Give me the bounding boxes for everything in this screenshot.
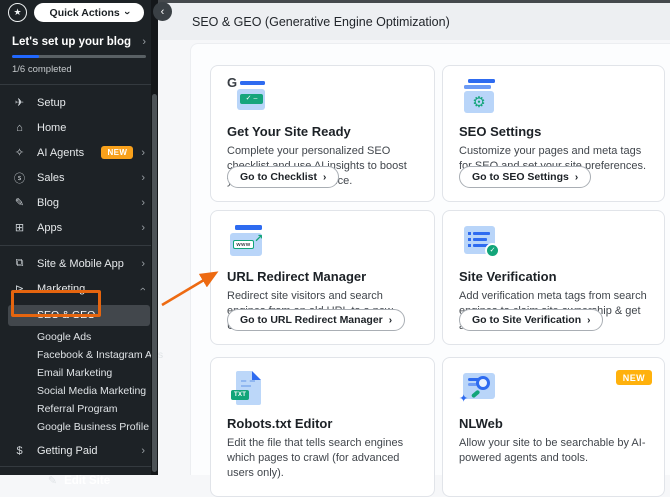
card-site-verification: Site Verification Add verification meta … (442, 210, 665, 345)
sidebar-collapse-button[interactable]: ‹ (153, 2, 172, 21)
page-header: SEO & GEO (Generative Engine Optimizatio… (158, 3, 670, 40)
devices-icon: ⧉ (15, 257, 24, 269)
sidebar-item-sales[interactable]: ⓢ Sales › (0, 165, 158, 190)
blog-pen-icon: ✎ (14, 197, 25, 209)
card-url-redirect-manager: www URL Redirect Manager Redirect site v… (210, 210, 435, 345)
go-to-site-verification-button[interactable]: Go to Site Verification › (459, 309, 604, 331)
sidebar-item-label: Home (37, 121, 67, 134)
sidebar-item-label: Setup (37, 96, 66, 109)
card-nlweb: NEW NLWeb Allow your site to be searchab… (442, 357, 665, 497)
sidebar-divider (0, 245, 158, 246)
sidebar-item-label: Blog (37, 196, 60, 209)
chevron-down-icon: › (120, 10, 133, 15)
home-icon: ⌂ (16, 121, 23, 134)
redirect-arrow-icon (254, 232, 263, 245)
quick-actions-button[interactable]: Quick Actions › (34, 3, 144, 22)
pencil-icon: ✎ (47, 475, 58, 487)
sidebar-item-label: Apps (37, 221, 63, 234)
setup-banner-title: Let's set up your blog (12, 36, 132, 48)
card-get-your-site-ready: G Get Your Site Ready Complete your pers… (210, 65, 435, 202)
card-title: Robots.txt Editor (227, 416, 333, 431)
main-area: SEO & GEO (Generative Engine Optimizatio… (158, 0, 670, 497)
card-description: Edit the file that tells search engines … (227, 437, 404, 479)
magnifier-icon (476, 376, 490, 390)
blog-setup-banner[interactable]: Let's set up your blog › 1/6 completed (0, 25, 158, 85)
sparkle-icon (459, 392, 468, 405)
getting-paid-icon: $ (16, 444, 23, 457)
sidebar-item-label: AI Agents (37, 146, 85, 159)
chevron-up-icon: › (137, 286, 150, 291)
edit-site-label: Edit Site (64, 474, 111, 487)
sidebar-item-site-mobile-app[interactable]: ⧉ Site & Mobile App › (0, 251, 158, 276)
star-icon: ★ (13, 7, 22, 17)
site-verification-icon (459, 224, 505, 261)
new-badge: NEW (615, 370, 652, 385)
quick-actions-label: Quick Actions (49, 6, 120, 19)
sidebar-item-setup[interactable]: ✈ Setup (0, 90, 158, 115)
chevron-right-icon: › (141, 257, 145, 270)
card-title: SEO Settings (459, 124, 542, 139)
marketing-submenu: SEO & GEO Google Ads Facebook & Instagra… (0, 301, 163, 438)
sidebar: ★ Quick Actions › Let's set up your blog… (0, 0, 163, 487)
chevron-right-icon: › (141, 146, 145, 159)
sidebar-item-label: Getting Paid (37, 444, 98, 457)
chevron-right-icon: › (323, 171, 327, 183)
card-title: Site Verification (459, 269, 557, 284)
chevron-right-icon: › (587, 314, 591, 326)
annotation-arrow (161, 271, 219, 307)
robots-txt-icon: TXT (227, 371, 273, 408)
shield-check-icon (485, 243, 500, 258)
sidebar-item-label: Sales (37, 171, 65, 184)
quick-actions-row: ★ Quick Actions › (0, 0, 158, 25)
chevron-right-icon: › (141, 221, 145, 234)
go-to-checklist-button[interactable]: Go to Checklist › (227, 166, 340, 188)
chevron-left-icon: ‹ (160, 5, 165, 18)
page-title: SEO & GEO (Generative Engine Optimizatio… (192, 14, 450, 29)
chevron-right-icon: › (141, 171, 145, 184)
go-to-url-redirect-manager-button[interactable]: Go to URL Redirect Manager › (227, 309, 406, 331)
chevron-right-icon: › (141, 444, 145, 457)
sidebar-item-home[interactable]: ⌂ Home (0, 115, 158, 140)
chevron-right-icon: › (388, 314, 393, 326)
go-to-seo-settings-button[interactable]: Go to SEO Settings › (459, 166, 592, 188)
sales-dollar-icon: ⓢ (14, 172, 25, 185)
checklist-icon: G (227, 75, 273, 116)
setup-progress-fill (12, 55, 39, 58)
setup-progress-label: 1/6 completed (12, 64, 72, 75)
seo-settings-icon (459, 79, 505, 116)
card-title: NLWeb (459, 416, 503, 431)
sidebar-item-getting-paid[interactable]: $ Getting Paid › (0, 438, 158, 463)
sidebar-item-blog[interactable]: ✎ Blog › (0, 190, 158, 215)
nlweb-icon (459, 371, 505, 408)
submenu-item-social-media-marketing[interactable]: Social Media Marketing (0, 382, 158, 400)
sidebar-item-label: Site & Mobile App (37, 257, 124, 270)
card-description: Allow your site to be searchable by AI-p… (459, 437, 646, 464)
card-seo-settings: SEO Settings Customize your pages and me… (442, 65, 665, 202)
chevron-right-icon: › (574, 171, 579, 183)
submenu-item-email-marketing[interactable]: Email Marketing (0, 364, 158, 382)
gear-icon (464, 91, 494, 113)
favorites-star-button[interactable]: ★ (8, 3, 27, 22)
new-badge: NEW (101, 146, 134, 159)
submenu-item-google-ads[interactable]: Google Ads (0, 328, 158, 346)
apps-grid-icon: ⊞ (14, 222, 25, 234)
card-title: URL Redirect Manager (227, 269, 367, 284)
sparkle-icon: ✧ (14, 147, 25, 159)
submenu-item-facebook-instagram-ads[interactable]: Facebook & Instagram Ads (0, 346, 163, 364)
annotation-highlight-box (11, 290, 101, 317)
card-title: Get Your Site Ready (227, 124, 351, 139)
setup-progress-bar (12, 55, 146, 58)
setup-icon: ✈ (14, 97, 25, 109)
card-robots-txt-editor: TXT Robots.txt Editor Edit the file that… (210, 357, 435, 497)
sidebar-item-ai-agents[interactable]: ✧ AI Agents NEW › (0, 140, 158, 165)
sidebar-item-apps[interactable]: ⊞ Apps › (0, 215, 158, 240)
submenu-item-google-business-profile[interactable]: Google Business Profile (0, 418, 158, 436)
submenu-item-referral-program[interactable]: Referral Program (0, 400, 158, 418)
chevron-right-icon: › (141, 196, 145, 209)
chevron-right-icon: › (142, 36, 146, 48)
edit-site-button[interactable]: ✎ Edit Site (0, 466, 158, 494)
